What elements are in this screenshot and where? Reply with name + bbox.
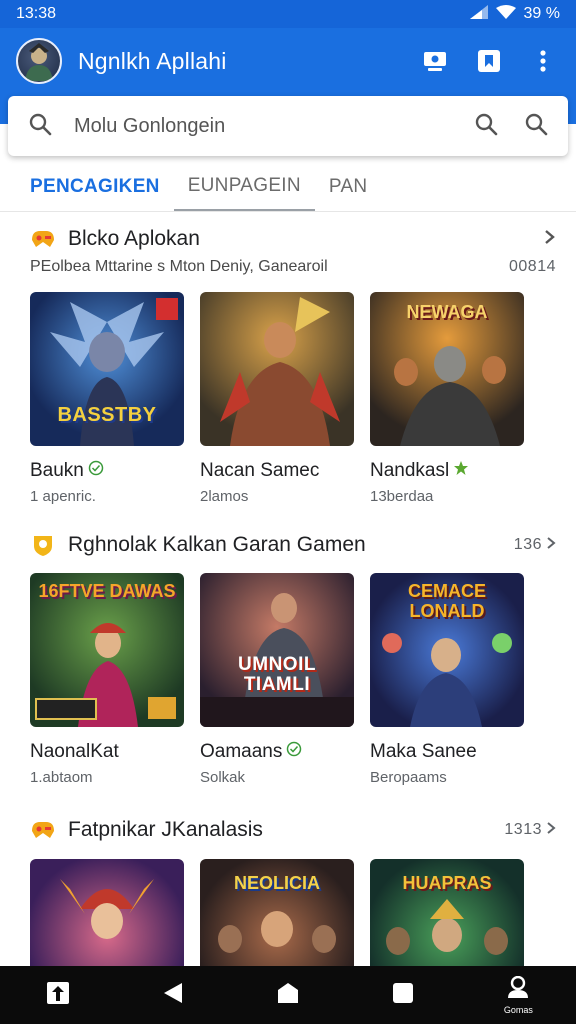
tab-eunpagein[interactable]: EUNPAGEIN	[173, 163, 315, 211]
nav-profile-label: Gomas	[503, 1004, 533, 1015]
star-icon	[453, 460, 469, 482]
game-thumbnail: 16FTVE DAWAS	[30, 573, 184, 727]
section-title: Fatpnikar JKanalasis	[68, 818, 263, 841]
gamepad-icon	[30, 818, 56, 842]
game-banner: UMNOIL TIAMLI	[238, 654, 316, 695]
game-card[interactable]: NEOLICIA	[200, 859, 354, 966]
game-name: NaonalKat	[30, 741, 119, 762]
game-meta: Solkak	[200, 769, 246, 786]
cast-icon[interactable]	[422, 48, 448, 74]
game-thumbnail: NEOLICIA	[200, 859, 354, 966]
game-card[interactable]: NEWAGA Nandkasl 13berdaa	[370, 292, 524, 505]
upload-icon	[45, 980, 71, 1011]
page-title: Ngnlkh Apllahi	[78, 47, 227, 74]
app-bar: Ngnlkh Apllahi	[0, 28, 576, 94]
nav-home[interactable]	[253, 966, 323, 1024]
tab-bar: PENCAGIKEN EUNPAGEIN PAN	[0, 164, 576, 212]
search-area: Molu Gonlongein	[0, 94, 576, 164]
system-nav-bar: Gomas	[0, 966, 576, 1024]
status-time: 13:38	[16, 5, 57, 22]
game-banner: 16FTVE DAWAS	[38, 581, 176, 601]
nav-back[interactable]	[138, 966, 208, 1024]
tab-pan[interactable]: PAN	[315, 163, 382, 211]
person-icon	[506, 975, 530, 1003]
game-name: Baukn	[30, 460, 84, 481]
game-thumbnail: NEWAGA	[370, 292, 524, 446]
game-thumbnail	[200, 292, 354, 446]
game-meta: 13berdaa	[370, 488, 434, 505]
chevron-right-icon[interactable]	[544, 229, 556, 250]
main-content: Blcko Aplokan PEolbea Mttarine s Mton De…	[0, 212, 576, 966]
avatar[interactable]	[16, 38, 62, 84]
wifi-icon	[495, 4, 516, 24]
section-title: Blcko Aplokan	[68, 227, 200, 250]
game-thumbnail	[30, 859, 184, 966]
game-name: Nandkasl	[370, 460, 450, 481]
game-meta: 1 apenric.	[30, 488, 96, 505]
game-card[interactable]: HUAPRAS	[370, 859, 524, 966]
status-icons: 39 %	[469, 4, 560, 24]
game-meta: 2lamos	[200, 488, 249, 505]
section-title: Rghnolak Kalkan Garan Gamen	[68, 533, 366, 556]
section-subtitle: PEolbea Mttarine s Mton Deniy, Ganearoil	[30, 258, 328, 275]
game-name: Nacan Samec	[200, 460, 320, 481]
game-card[interactable]: 16FTVE DAWAS NaonalKat 1.abtaom	[30, 573, 184, 786]
section-count: 00814	[509, 258, 556, 275]
status-bar: 13:38 39 %	[0, 0, 576, 28]
nav-upload[interactable]	[23, 966, 93, 1024]
game-art-image	[220, 297, 340, 446]
game-art-image	[200, 593, 354, 727]
search-icon[interactable]	[474, 112, 498, 141]
game-card[interactable]: UMNOIL TIAMLI Oamaans Solkak	[200, 573, 354, 786]
section-count: 136	[513, 536, 542, 553]
game-art-image	[60, 879, 154, 939]
chevron-right-icon[interactable]	[546, 536, 556, 555]
shield-icon	[30, 533, 56, 557]
game-banner: NEWAGA	[406, 302, 488, 322]
game-name: Maka Sanee	[370, 741, 477, 762]
check-circle-icon	[286, 741, 302, 763]
game-card[interactable]: BASSTBY Baukn 1 apenric.	[30, 292, 184, 505]
game-card[interactable]	[30, 859, 184, 966]
game-meta: Beropaams	[370, 769, 447, 786]
check-circle-icon	[88, 460, 104, 482]
game-name: Oamaans	[200, 741, 283, 762]
chevron-right-icon[interactable]	[546, 821, 556, 840]
game-banner: HUAPRAS	[402, 873, 492, 893]
recents-icon	[392, 982, 414, 1009]
tab-pencagiken[interactable]: PENCAGIKEN	[16, 163, 174, 211]
search-input[interactable]: Molu Gonlongein	[8, 96, 568, 156]
signal-icon	[469, 4, 488, 24]
battery-text: 39 %	[523, 5, 560, 22]
game-meta: 1.abtaom	[30, 769, 93, 786]
game-card[interactable]: Nacan Samec 2lamos	[200, 292, 354, 505]
search-icon	[28, 112, 52, 141]
game-card[interactable]: CEMACE LONALD Maka Sanee Beropaams	[370, 573, 524, 786]
bookmark-icon[interactable]	[476, 48, 502, 74]
section-count: 1313	[504, 821, 542, 838]
home-icon	[276, 981, 300, 1010]
more-vert-icon[interactable]	[530, 48, 556, 74]
game-thumbnail: CEMACE LONALD	[370, 573, 524, 727]
game-banner: CEMACE LONALD	[407, 581, 486, 621]
nav-recents[interactable]	[368, 966, 438, 1024]
game-thumbnail: HUAPRAS	[370, 859, 524, 966]
nav-profile[interactable]: Gomas	[483, 966, 553, 1024]
search-placeholder: Molu Gonlongein	[74, 114, 226, 137]
gamepad-icon	[30, 227, 56, 251]
game-thumbnail: UMNOIL TIAMLI	[200, 573, 354, 727]
game-banner: NEOLICIA	[233, 873, 320, 893]
game-thumbnail: BASSTBY	[30, 292, 184, 446]
game-banner: BASSTBY	[57, 404, 157, 426]
back-icon	[162, 981, 184, 1010]
search-icon[interactable]	[524, 112, 548, 141]
